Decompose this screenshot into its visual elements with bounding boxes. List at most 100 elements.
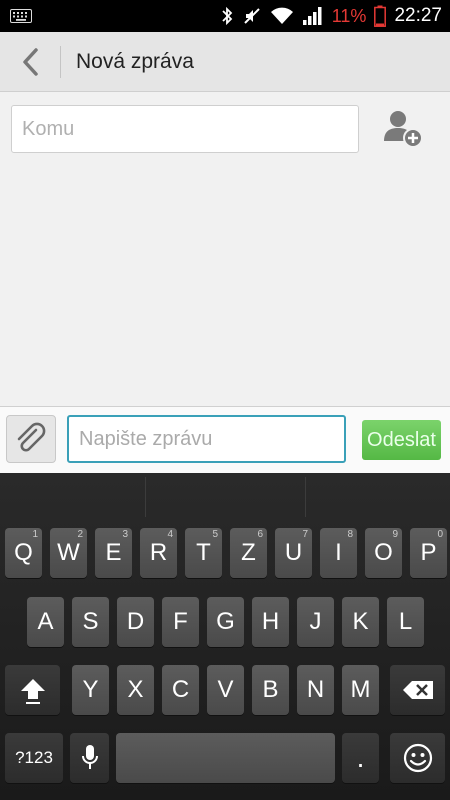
key-i[interactable]: I8 [320,528,357,578]
battery-icon [374,5,387,27]
key-w[interactable]: W2 [50,528,87,578]
shift-key[interactable] [5,665,60,715]
bluetooth-icon [222,6,233,26]
message-input[interactable] [67,415,346,463]
key-hint: 0 [437,529,443,540]
key-hint: 8 [347,529,353,540]
mute-icon [244,8,260,24]
key-hint: 1 [32,529,38,540]
key-c[interactable]: C [162,665,199,715]
emoji-key[interactable] [390,733,445,783]
backspace-key[interactable] [390,665,445,715]
key-label: S [82,608,99,635]
key-x[interactable]: X [117,665,154,715]
key-label: I [335,539,342,566]
key-label: O [374,539,393,566]
key-hint: 5 [212,529,218,540]
paperclip-icon [17,422,46,452]
key-label: N [306,676,325,703]
key-label: L [398,608,413,635]
key-label: P [420,539,437,566]
key-label: H [261,608,280,635]
key-label: Q [14,539,33,566]
clock: 22:27 [394,5,442,26]
key-label: K [352,608,369,635]
backspace-icon [402,681,433,699]
key-label: ?123 [15,748,53,767]
key-g[interactable]: G [207,597,244,647]
key-n[interactable]: N [297,665,334,715]
key-e[interactable]: E3 [95,528,132,578]
battery-percent: 11% [331,5,367,26]
wifi-icon [270,7,293,24]
recipient-input[interactable] [11,105,359,153]
key-z[interactable]: Z6 [230,528,267,578]
key-o[interactable]: O9 [365,528,402,578]
key-label: B [262,676,279,703]
key-label: C [171,676,190,703]
soft-keyboard: Q 1 W 2 E 3 R 4 T 5 Z 6 U 7 I 8 O 9 P 0 A S D F G H J K L Y X C V B N M ?123… [0,473,450,800]
signal-icon [302,7,322,25]
suggestion-strip [0,473,450,521]
key-hint: 9 [392,529,398,540]
key-m[interactable]: M [342,665,379,715]
key-label: T [196,539,211,566]
compose-area [0,92,450,406]
message-bar: Odeslat [0,406,450,473]
key-t[interactable]: T5 [185,528,222,578]
back-button[interactable] [14,46,48,78]
key-label: M [350,676,371,703]
attach-button[interactable] [6,415,56,463]
key-k[interactable]: K [342,597,379,647]
key-label: E [105,539,122,566]
key-label: Z [241,539,256,566]
key-s[interactable]: S [72,597,109,647]
key-hint: 6 [257,529,263,540]
key-r[interactable]: R4 [140,528,177,578]
key-v[interactable]: V [207,665,244,715]
microphone-key[interactable] [70,733,109,783]
app-header: Nová zpráva [0,32,450,92]
header-divider [60,46,61,78]
symbols-key[interactable]: ?123 [5,733,63,783]
key-label: G [216,608,235,635]
key-label: V [217,676,234,703]
key-y[interactable]: Y [72,665,109,715]
shift-icon [20,679,45,704]
key-label: . [356,742,365,773]
add-contact-icon [384,111,423,148]
key-label: U [284,539,303,566]
key-p[interactable]: P0 [410,528,447,578]
key-label: F [173,608,188,635]
period-key[interactable]: . [342,733,379,783]
suggestion-separator [145,477,146,517]
key-d[interactable]: D [117,597,154,647]
key-label: D [126,608,145,635]
key-j[interactable]: J [297,597,334,647]
key-f[interactable]: F [162,597,199,647]
key-b[interactable]: B [252,665,289,715]
key-label: A [37,608,54,635]
send-button[interactable]: Odeslat [362,420,441,460]
key-label: W [57,539,80,566]
key-hint: 3 [122,529,128,540]
key-label: J [309,608,322,635]
emoji-icon [403,743,432,773]
key-label: X [127,676,144,703]
microphone-icon [81,745,98,769]
key-label: Y [82,676,99,703]
suggestion-separator [305,477,306,517]
key-q[interactable]: Q1 [5,528,42,578]
key-h[interactable]: H [252,597,289,647]
key-hint: 4 [167,529,173,540]
status-bar: 11% 22:27 [0,0,450,32]
key-l[interactable]: L [387,597,424,647]
chevron-left-icon [23,48,38,76]
key-hint: 2 [77,529,83,540]
key-u[interactable]: U7 [275,528,312,578]
space-key[interactable] [116,733,335,783]
page-title: Nová zpráva [76,50,194,73]
add-contact-button[interactable] [380,106,426,152]
key-hint: 7 [302,529,308,540]
key-a[interactable]: A [27,597,64,647]
